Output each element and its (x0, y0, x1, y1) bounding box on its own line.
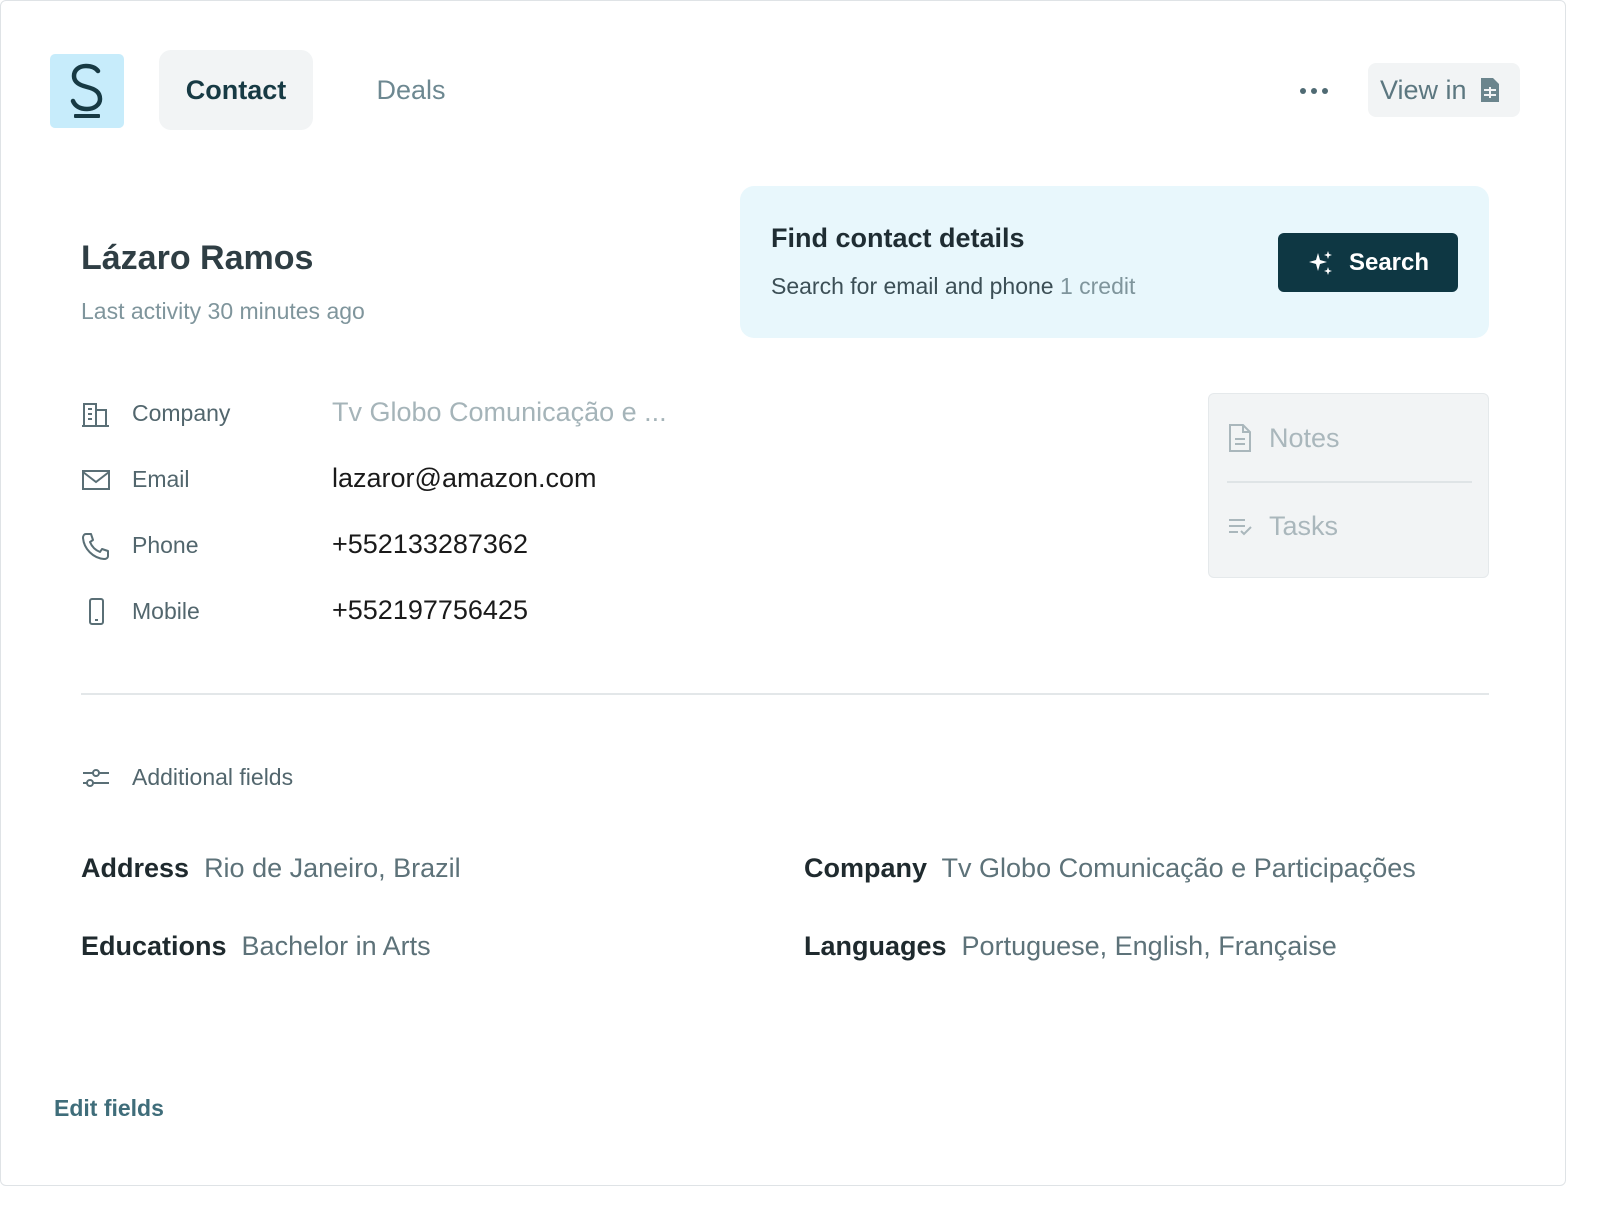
field-phone: Phone +552133287362 (81, 525, 701, 565)
mobile-icon (89, 598, 104, 625)
sliders-icon (83, 769, 109, 787)
field-label: Mobile (132, 598, 200, 624)
additional-field-languages: Languages Portuguese, English, Française (804, 931, 1337, 962)
additional-field-key: Educations (81, 931, 227, 961)
field-value[interactable]: +552133287362 (332, 529, 528, 560)
field-email: Email lazaror@amazon.com (81, 459, 701, 499)
ellipsis-icon (1300, 88, 1328, 94)
section-divider (81, 693, 1489, 695)
view-in-button[interactable]: View in (1368, 63, 1520, 117)
more-options-button[interactable] (1294, 75, 1334, 107)
field-label: Company (132, 400, 231, 426)
additional-field-company: Company Tv Globo Comunicação e Participa… (804, 853, 1416, 884)
contact-card: Contact Deals View in Lázaro Ramos Last … (0, 0, 1566, 1186)
s-logo-icon (70, 63, 103, 118)
additional-field-address: Address Rio de Janeiro, Brazil (81, 853, 461, 884)
credit-cost: 1 credit (1059, 273, 1136, 299)
additional-field-value[interactable]: Bachelor in Arts (242, 931, 431, 961)
additional-field-key: Address (81, 853, 190, 883)
contact-name: Lázaro Ramos (81, 239, 314, 277)
notes-tasks-panel: Notes Tasks (1208, 393, 1489, 578)
additional-fields-title: Additional fields (132, 764, 294, 790)
field-value[interactable]: Tv Globo Comunicação e ... (332, 397, 667, 428)
field-company: Company Tv Globo Comunicação e ... (81, 393, 701, 433)
tab-contact[interactable]: Contact (159, 50, 313, 130)
find-contact-subtitle-text: Search for email and phone (771, 273, 1054, 299)
document-icon (1229, 424, 1251, 452)
find-contact-subtitle: Search for email and phone 1 credit (771, 273, 1135, 300)
tasks-item[interactable]: Tasks (1227, 496, 1472, 556)
divider (1227, 481, 1472, 483)
notes-item[interactable]: Notes (1227, 408, 1472, 468)
view-in-label: View in (1380, 74, 1467, 105)
additional-field-key: Languages (804, 931, 947, 961)
spreadsheet-icon (1480, 78, 1499, 102)
additional-field-key: Company (804, 853, 928, 883)
app-logo[interactable] (50, 54, 124, 128)
envelope-icon (82, 470, 110, 490)
find-contact-title: Find contact details (771, 223, 1025, 253)
additional-field-value[interactable]: Rio de Janeiro, Brazil (204, 853, 461, 883)
find-contact-panel: Find contact details Search for email an… (740, 186, 1489, 338)
field-label: Email (132, 466, 190, 492)
tab-deals[interactable]: Deals (349, 50, 473, 130)
additional-field-value[interactable]: Tv Globo Comunicação e Participações (942, 853, 1416, 883)
search-button[interactable]: Search (1278, 233, 1458, 292)
phone-icon (82, 533, 109, 560)
field-value[interactable]: lazaror@amazon.com (332, 463, 597, 494)
notes-label: Notes (1269, 422, 1340, 453)
additional-field-value[interactable]: Portuguese, English, Française (962, 931, 1337, 961)
field-value[interactable]: +552197756425 (332, 595, 528, 626)
sparkles-icon (1308, 250, 1332, 275)
field-label: Phone (132, 532, 199, 558)
last-activity: Last activity 30 minutes ago (81, 298, 365, 324)
building-icon (82, 403, 109, 427)
field-mobile: Mobile +552197756425 (81, 591, 701, 631)
tasks-label: Tasks (1269, 510, 1339, 541)
search-button-label: Search (1348, 248, 1430, 276)
edit-fields-link[interactable]: Edit fields (54, 1095, 164, 1122)
additional-fields-header[interactable]: Additional fields (81, 761, 293, 795)
task-list-icon (1229, 519, 1252, 536)
additional-field-educations: Educations Bachelor in Arts (81, 931, 431, 962)
